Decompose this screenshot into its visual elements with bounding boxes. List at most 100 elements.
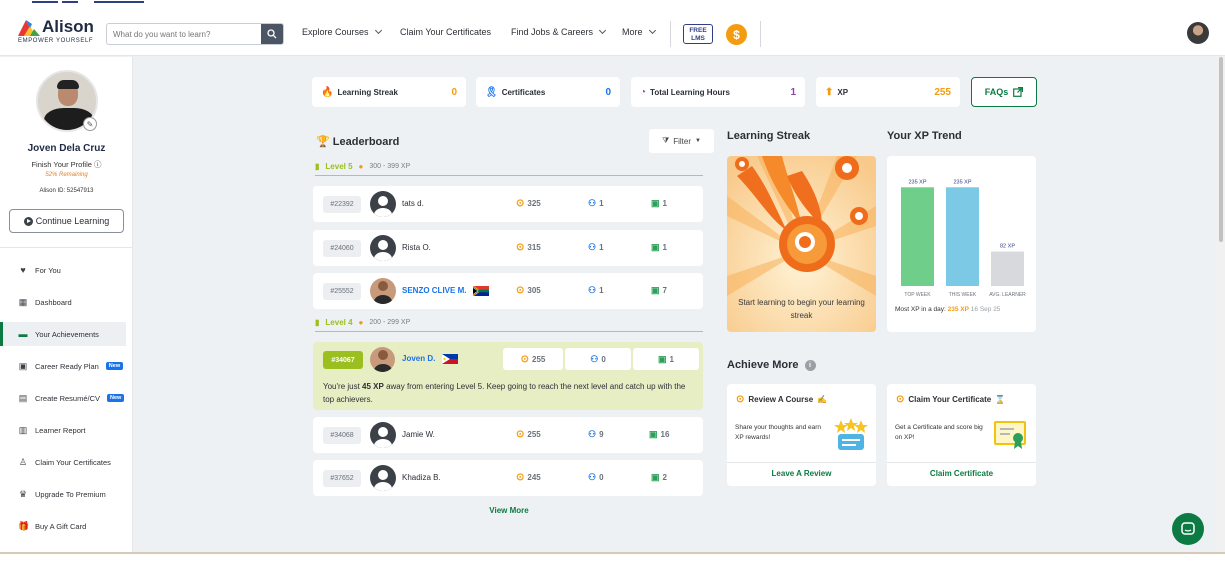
xp-category-label: THIS WEEK bbox=[949, 292, 977, 298]
course-value: 16 bbox=[660, 430, 670, 439]
xp-coin-icon: ⊙ bbox=[516, 472, 525, 483]
filter-dropdown[interactable]: ⧩ Filter ▼ bbox=[649, 129, 714, 153]
search-icon bbox=[267, 29, 277, 39]
book-icon: ▣ bbox=[651, 198, 660, 208]
claim-certificate-title: Claim Your Certificate bbox=[908, 395, 992, 404]
view-more-link[interactable]: View More bbox=[314, 506, 704, 515]
coin-symbol: $ bbox=[733, 27, 740, 42]
learner-name-link[interactable]: Joven D. bbox=[402, 354, 458, 364]
sidebar-item-create-resume[interactable]: ▤ Create Resumé/CV New bbox=[0, 386, 126, 410]
sidebar-item-label: Learner Report bbox=[35, 425, 86, 435]
sidebar-item-upgrade-premium[interactable]: ♛ Upgrade To Premium bbox=[0, 482, 126, 506]
certificate-illustration bbox=[994, 421, 1026, 449]
sidebar-item-claim-certificates[interactable]: ♙ Claim Your Certificates bbox=[0, 450, 126, 474]
alison-logo[interactable]: Alison EMPOWER YOURSELF bbox=[18, 17, 94, 44]
stat-label: Learning Streak bbox=[337, 87, 398, 97]
stat-value: 0 bbox=[605, 86, 611, 98]
filter-label: Filter bbox=[673, 136, 691, 146]
nav-more[interactable]: More bbox=[622, 26, 656, 37]
review-course-desc: Share your thoughts and earn XP rewards! bbox=[735, 424, 822, 441]
user-avatar[interactable] bbox=[1187, 22, 1209, 44]
nav-claim-certificates[interactable]: Claim Your Certificates bbox=[400, 27, 491, 37]
sidebar-item-dashboard[interactable]: ▦ Dashboard bbox=[0, 290, 126, 314]
xp-metric: ⊙ 305 bbox=[516, 285, 541, 296]
chat-bubble-icon bbox=[1181, 522, 1195, 535]
level-label: Level 5 bbox=[325, 161, 353, 171]
xp-bar bbox=[991, 251, 1024, 286]
leaderboard-row[interactable]: #25552 SENZO CLIVE M. ⊙ 305 ⚇ 1 ▣ 7 bbox=[313, 273, 703, 309]
nav-explore-courses[interactable]: Explore Courses bbox=[302, 26, 382, 37]
xp-metric: ⊙ 325 bbox=[516, 198, 541, 209]
sidebar-item-label: Dashboard bbox=[35, 297, 72, 307]
certificate-ribbon-icon: ⚇ bbox=[588, 429, 597, 439]
learner-name: tats d. bbox=[402, 199, 424, 208]
msg-xp-needed: 45 XP bbox=[362, 382, 384, 391]
nav-find-jobs[interactable]: Find Jobs & Careers bbox=[511, 26, 607, 37]
info-icon[interactable]: i bbox=[804, 359, 816, 371]
chevron-down-icon bbox=[599, 26, 607, 35]
info-circle-icon: ⓘ bbox=[94, 160, 102, 169]
leaderboard-row[interactable]: #34068 Jamie W. ⊙ 255 ⚇ 9 ▣ 16 bbox=[313, 417, 703, 453]
claim-certificate-card: ⊙ Claim Your Certificate ⌛ Get a Certifica… bbox=[887, 384, 1036, 486]
edit-pencil-icon[interactable]: ✎ bbox=[83, 117, 97, 131]
sidebar-item-career-ready-plan[interactable]: ▣ Career Ready Plan New bbox=[0, 354, 126, 378]
logo-name: Alison bbox=[42, 17, 94, 36]
sidebar-item-your-achievements[interactable]: ▬ Your Achievements bbox=[0, 322, 126, 346]
dollar-coin-icon[interactable]: $ bbox=[726, 24, 747, 45]
xp-metric: ⊙ 255 bbox=[516, 429, 541, 440]
certificate-ribbon-icon: ⚇ bbox=[590, 353, 599, 364]
most-xp-value: 235 XP bbox=[947, 306, 969, 313]
stat-learning-streak: 🔥 Learning Streak 0 bbox=[312, 77, 466, 107]
top-accent-lines bbox=[0, 0, 1225, 8]
continue-learning-button[interactable]: Continue Learning bbox=[9, 209, 124, 233]
profile-name: Joven Dela Cruz bbox=[27, 143, 106, 154]
chat-support-button[interactable] bbox=[1172, 513, 1204, 545]
level-label: Level 4 bbox=[325, 317, 353, 327]
claim-certificate-link[interactable]: Claim Certificate bbox=[887, 462, 1036, 478]
bottom-strip bbox=[0, 552, 1225, 562]
leaderboard-row[interactable]: #37652 Khadiza B. ⊙ 245 ⚇ 0 ▣ 2 bbox=[313, 460, 703, 496]
leave-review-link[interactable]: Leave A Review bbox=[727, 462, 876, 478]
leaderboard-row[interactable]: #24060 Rista O. ⊙ 315 ⚇ 1 ▣ 1 bbox=[313, 230, 703, 266]
finish-profile-link[interactable]: Finish Your Profile ⓘ bbox=[0, 159, 133, 170]
claim-certificate-desc: Get a Certificate and score big on XP! bbox=[895, 424, 983, 441]
learner-avatar bbox=[370, 235, 396, 261]
cert-value: 1 bbox=[599, 286, 604, 295]
stat-certificates: 🎗 Certificates 0 bbox=[476, 77, 620, 107]
hourglass-icon: ⌛ bbox=[995, 395, 1006, 404]
nav-explore-label: Explore Courses bbox=[302, 27, 369, 37]
certificate-award-icon: ♙ bbox=[18, 456, 28, 467]
xp-metric: ⊙ 315 bbox=[516, 242, 541, 253]
report-icon: ▥ bbox=[18, 424, 28, 435]
rank-badge: #37652 bbox=[323, 470, 361, 487]
free-lms-button[interactable]: FREE LMS bbox=[683, 24, 713, 44]
xp-value: 255 bbox=[527, 430, 541, 439]
xp-value: 315 bbox=[527, 243, 541, 252]
xp-category-label: TOP WEEK bbox=[904, 292, 931, 298]
faqs-label: FAQs bbox=[984, 87, 1009, 97]
cert-metric: ⚇ 1 bbox=[588, 242, 604, 253]
chevron-down-icon bbox=[648, 26, 656, 35]
search-input[interactable] bbox=[107, 24, 257, 44]
scrollbar-thumb[interactable] bbox=[1219, 57, 1223, 242]
sidebar-item-label: For You bbox=[35, 265, 61, 275]
leaderboard-row[interactable]: #22392 tats d. ⊙ 325 ⚇ 1 ▣ 1 bbox=[313, 186, 703, 222]
xp-bar-data-label: 82 XP bbox=[1000, 244, 1015, 250]
level-4-header: ▮ Level 4 ● 200 - 299 XP bbox=[315, 316, 703, 332]
sidebar-item-learner-report[interactable]: ▥ Learner Report bbox=[0, 418, 126, 442]
level-bars-icon: ▮ bbox=[315, 317, 320, 327]
continue-label: Continue Learning bbox=[35, 216, 110, 226]
level-bars-icon: ▮ bbox=[315, 161, 320, 171]
xp-bar-data-label: 235 XP bbox=[908, 179, 926, 185]
learner-name-link[interactable]: SENZO CLIVE M. bbox=[402, 286, 489, 296]
sidebar-item-for-you[interactable]: ♥ For You bbox=[0, 258, 126, 282]
xp-trend-title: Your XP Trend bbox=[887, 130, 962, 142]
alison-id: Alison ID: 52547913 bbox=[39, 188, 94, 194]
stat-label: Total Learning Hours bbox=[650, 87, 730, 97]
rank-badge: #34068 bbox=[323, 427, 361, 444]
page-scrollbar[interactable] bbox=[1217, 57, 1225, 552]
xp-value: 255 bbox=[532, 354, 546, 364]
faqs-button[interactable]: FAQs bbox=[971, 77, 1037, 107]
sidebar-item-buy-gift-card[interactable]: 🎁 Buy A Gift Card bbox=[0, 514, 126, 538]
search-button[interactable] bbox=[261, 24, 283, 44]
